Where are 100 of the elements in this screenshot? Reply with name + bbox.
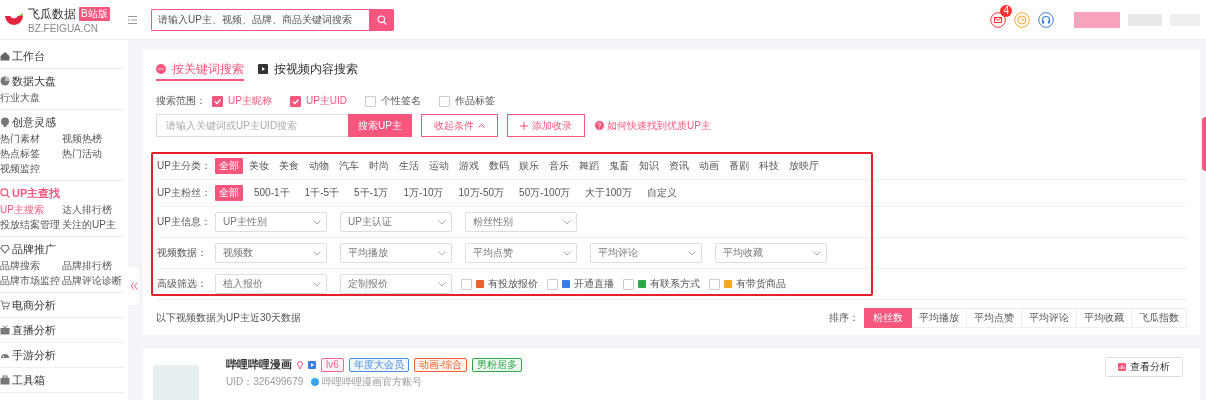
tv-icon <box>0 325 10 335</box>
sidebar-item[interactable]: 关注的UP主 <box>62 218 116 232</box>
filter-option[interactable]: 5千-1万 <box>350 185 393 201</box>
filter-option[interactable]: 游戏 <box>455 158 483 174</box>
sidebar-group[interactable]: 工作台 <box>0 48 45 64</box>
logo-placeholder <box>153 365 199 400</box>
filter-option[interactable]: 美妆 <box>245 158 273 174</box>
chevron-down-icon <box>813 250 821 256</box>
sidebar-item[interactable]: 品牌排行榜 <box>62 259 112 273</box>
sort-option[interactable]: 平均评论 <box>1022 308 1077 328</box>
select-field[interactable]: 平均点赞 <box>465 243 577 263</box>
bulb-icon <box>0 117 10 127</box>
checkbox[interactable] <box>461 278 472 290</box>
select-field[interactable]: 视频数 <box>215 243 327 263</box>
filter-option[interactable]: 鬼畜 <box>605 158 633 174</box>
select-field[interactable]: UP主性别 <box>215 212 327 232</box>
filter-option[interactable]: 资讯 <box>665 158 693 174</box>
sort-option[interactable]: 平均点赞 <box>967 308 1022 328</box>
search-tab[interactable]: 按视频内容搜索 <box>258 61 358 81</box>
checkbox-label[interactable]: 有联系方式 <box>650 277 700 291</box>
checkbox[interactable] <box>289 95 301 107</box>
avatar-placeholder[interactable] <box>1074 11 1120 28</box>
checkbox[interactable] <box>439 95 451 107</box>
sidebar-group[interactable]: 手游分析 <box>0 347 56 363</box>
filter-option[interactable]: 大于100万 <box>581 185 636 201</box>
sidebar-group[interactable]: 品牌推广 <box>0 241 56 257</box>
filter-option[interactable]: 美食 <box>275 158 303 174</box>
filter-option[interactable]: 汽车 <box>335 158 363 174</box>
up-name[interactable]: 哔哩哔哩漫画 <box>226 357 292 372</box>
sidebar-item[interactable]: 热门活动 <box>62 147 102 161</box>
filter-option[interactable]: 科技 <box>755 158 783 174</box>
checkbox-label[interactable]: 有带货商品 <box>736 277 786 291</box>
sidebar-group[interactable]: 数据大盘 <box>0 73 56 89</box>
filter-option[interactable]: 10万-50万 <box>454 185 509 201</box>
filter-label: 视频数据： <box>157 246 208 260</box>
filter-option[interactable]: 1千-5千 <box>300 185 344 201</box>
filter-option[interactable]: 音乐 <box>545 158 573 174</box>
data-note: 以下视频数据为UP主近30天数据 <box>156 311 301 325</box>
chevron-down-icon <box>688 250 696 256</box>
keyword-input[interactable]: 请输入关键词或UP主UID搜索 <box>156 114 348 137</box>
sort-option[interactable]: 飞瓜指数 <box>1132 308 1187 328</box>
checkbox[interactable] <box>547 278 558 290</box>
filter-option[interactable]: 生活 <box>395 158 423 174</box>
chevron-up-icon <box>478 123 485 128</box>
menu-icon[interactable] <box>128 15 137 24</box>
search-field[interactable]: 请输入UP主、视频、品牌、商品关键词搜索 <box>151 8 369 31</box>
search-icon <box>376 14 387 25</box>
filter-option[interactable]: 动物 <box>305 158 333 174</box>
clock-icon[interactable] <box>1014 11 1030 28</box>
checkbox[interactable] <box>709 278 720 290</box>
filter-option[interactable]: 自定义 <box>642 185 681 201</box>
select-field[interactable]: 植入报价 <box>215 274 327 294</box>
sidebar-item[interactable]: 投放结案管理 <box>0 218 60 232</box>
sidebar-item[interactable]: 视频热榜 <box>62 132 102 146</box>
sidebar-item[interactable]: 热门素材 <box>0 132 40 146</box>
filter-option[interactable]: 舞蹈 <box>575 158 603 174</box>
checkbox[interactable] <box>365 95 377 107</box>
sidebar-item[interactable]: 视频监控 <box>0 162 40 176</box>
filter-option[interactable]: 运动 <box>425 158 453 174</box>
sidebar-item[interactable]: 品牌市场监控 <box>0 274 60 288</box>
sidebar-group[interactable]: 直播分析 <box>0 322 56 338</box>
chevron-down-icon <box>438 281 446 287</box>
checkbox-label[interactable]: 个性签名 <box>381 94 422 108</box>
filter-option[interactable]: 娱乐 <box>515 158 543 174</box>
search-button[interactable] <box>369 8 394 31</box>
select-field[interactable]: 平均评论 <box>590 243 702 263</box>
checkbox-label[interactable]: 开通直播 <box>574 277 614 291</box>
sidebar-group[interactable]: 电商分析 <box>0 297 56 313</box>
filter-option[interactable]: 番剧 <box>725 158 753 174</box>
analysis-button[interactable]: 查看分析 <box>1105 357 1183 377</box>
sort-option[interactable]: 平均收藏 <box>1077 308 1132 328</box>
chevron-down-icon <box>563 250 571 256</box>
sort-option[interactable]: 平均播放 <box>912 308 967 328</box>
filter-option[interactable]: 动画 <box>695 158 723 174</box>
sidebar-item[interactable]: 热点标签 <box>0 147 40 161</box>
select-field[interactable]: 平均收藏 <box>715 243 827 263</box>
filter-option[interactable]: 50万-100万 <box>515 185 575 201</box>
filter-option[interactable]: 时尚 <box>365 158 393 174</box>
checkbox[interactable] <box>623 278 634 290</box>
checkbox[interactable] <box>212 95 223 107</box>
cart-icon <box>0 300 10 310</box>
collapse-sidebar-button[interactable] <box>128 267 139 305</box>
checkbox-label[interactable]: 有投放报价 <box>488 277 538 291</box>
sidebar-group[interactable]: 创意灵感 <box>0 114 56 130</box>
filter-option[interactable]: 知识 <box>635 158 663 174</box>
sidebar-group[interactable]: 工具箱 <box>0 372 45 388</box>
select-field[interactable]: 平均播放 <box>340 243 452 263</box>
select-field[interactable]: 定制报价 <box>340 274 452 294</box>
sidebar-item[interactable]: 达人排行榜 <box>62 203 112 217</box>
select-field[interactable]: 粉丝性别 <box>465 212 577 232</box>
sidebar-item[interactable]: 行业大盘 <box>0 91 40 105</box>
headset-icon[interactable] <box>1038 11 1054 28</box>
sidebar-item[interactable]: 品牌评论诊断 <box>62 274 122 288</box>
filter-option[interactable]: 数码 <box>485 158 513 174</box>
checkbox-label[interactable]: 作品标签 <box>455 94 496 108</box>
filter-option[interactable]: 放映厅 <box>785 158 823 174</box>
filter-option[interactable]: 1万-10万 <box>399 185 448 201</box>
sidebar-item[interactable]: 品牌搜索 <box>0 259 40 273</box>
select-field[interactable]: UP主认证 <box>340 212 452 232</box>
filter-option[interactable]: 500-1千 <box>250 185 294 201</box>
